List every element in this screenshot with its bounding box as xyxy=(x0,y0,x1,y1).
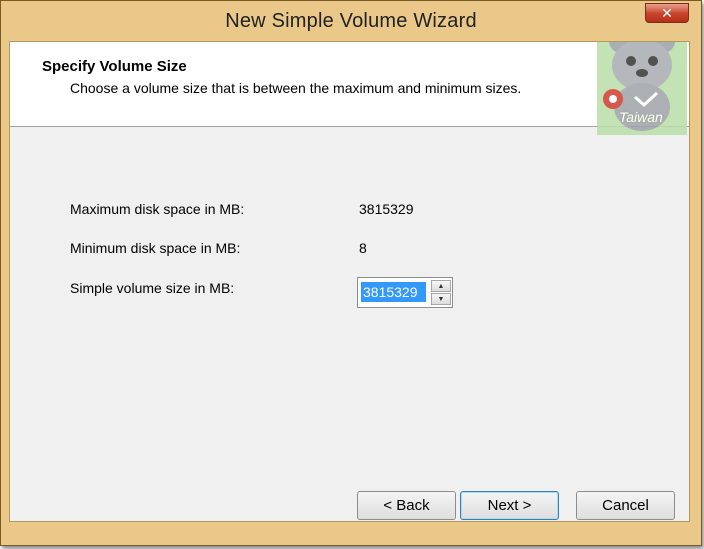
wizard-content: Specify Volume Size Choose a volume size… xyxy=(9,41,690,522)
volume-size-input[interactable] xyxy=(361,282,426,302)
cancel-button[interactable]: Cancel xyxy=(576,491,675,520)
volume-size-label: Simple volume size in MB: xyxy=(70,280,235,296)
max-disk-space-label: Maximum disk space in MB: xyxy=(70,201,245,217)
back-button[interactable]: < Back xyxy=(357,491,456,520)
arrow-down-icon: ▼ xyxy=(437,295,445,303)
spin-down-button[interactable]: ▼ xyxy=(431,293,451,305)
spin-up-button[interactable]: ▲ xyxy=(431,280,451,292)
wizard-window: New Simple Volume Wizard ✕ Specify Volum… xyxy=(0,0,702,546)
max-disk-space-value: 3815329 xyxy=(359,201,414,217)
min-disk-space-value: 8 xyxy=(359,240,367,256)
taiwan-bear-watermark: Taiwan xyxy=(597,42,687,135)
volume-size-stepper: ▲ ▼ xyxy=(357,277,453,308)
close-icon: ✕ xyxy=(661,4,673,21)
wizard-header: Specify Volume Size Choose a volume size… xyxy=(10,42,689,135)
next-button[interactable]: Next > xyxy=(460,491,559,520)
min-disk-space-label: Minimum disk space in MB: xyxy=(70,240,241,256)
arrow-up-icon: ▲ xyxy=(437,282,445,290)
window-title: New Simple Volume Wizard xyxy=(225,9,477,32)
title-bar[interactable]: New Simple Volume Wizard xyxy=(1,1,701,41)
page-subtitle: Choose a volume size that is between the… xyxy=(70,80,522,96)
page-title: Specify Volume Size xyxy=(42,58,187,75)
watermark-text: Taiwan xyxy=(619,109,663,125)
close-button[interactable]: ✕ xyxy=(645,3,689,23)
